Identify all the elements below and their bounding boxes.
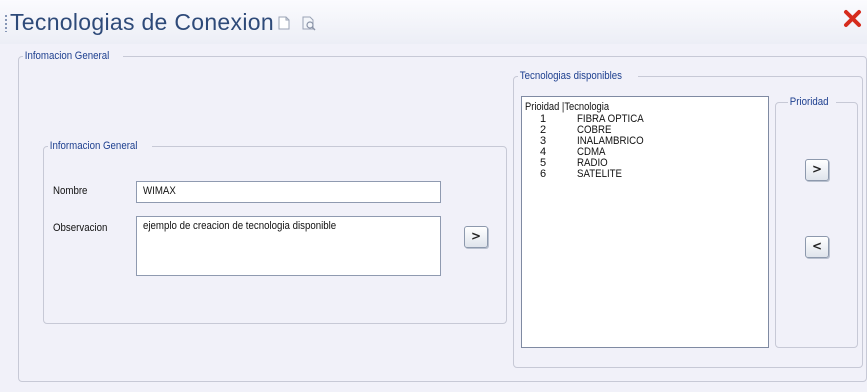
priority-legend: Prioridad: [789, 96, 829, 108]
item-priority: 6: [539, 168, 547, 180]
observacion-label: Observacion: [53, 222, 108, 234]
priority-up-button[interactable]: >: [805, 159, 829, 181]
nombre-label: Nombre: [53, 185, 88, 197]
observacion-value: ejemplo de creacion de tecnologia dispon…: [143, 220, 337, 232]
list-item[interactable]: 6 SATELITE: [522, 169, 762, 181]
technologies-legend: Tecnologias disponibles: [519, 70, 623, 82]
technologies-listbox[interactable]: Prioidad |Tecnologia 1 FIBRA OPTICA 2 CO…: [521, 96, 769, 348]
add-technology-button[interactable]: >: [464, 226, 488, 248]
general-info-legend: Infomacion General: [24, 50, 110, 62]
nombre-input[interactable]: WIMAX: [136, 181, 441, 203]
title-bar: Tecnologias de Conexion: [0, 0, 867, 44]
print-preview-icon[interactable]: [302, 16, 316, 31]
nombre-value: WIMAX: [143, 185, 176, 197]
window-title: Tecnologias de Conexion: [10, 9, 274, 35]
priority-group: Prioridad: [775, 96, 858, 348]
new-document-icon[interactable]: [278, 16, 290, 30]
close-x-icon: [844, 10, 861, 27]
close-button[interactable]: [843, 8, 865, 32]
list-header: Prioidad |Tecnologia: [525, 101, 610, 113]
item-name: SATELITE: [577, 168, 623, 180]
priority-down-button[interactable]: <: [805, 236, 829, 258]
drag-grip-icon[interactable]: [5, 14, 7, 32]
form-legend: Informacion General: [49, 140, 138, 152]
observacion-textarea[interactable]: ejemplo de creacion de tecnologia dispon…: [136, 216, 441, 276]
